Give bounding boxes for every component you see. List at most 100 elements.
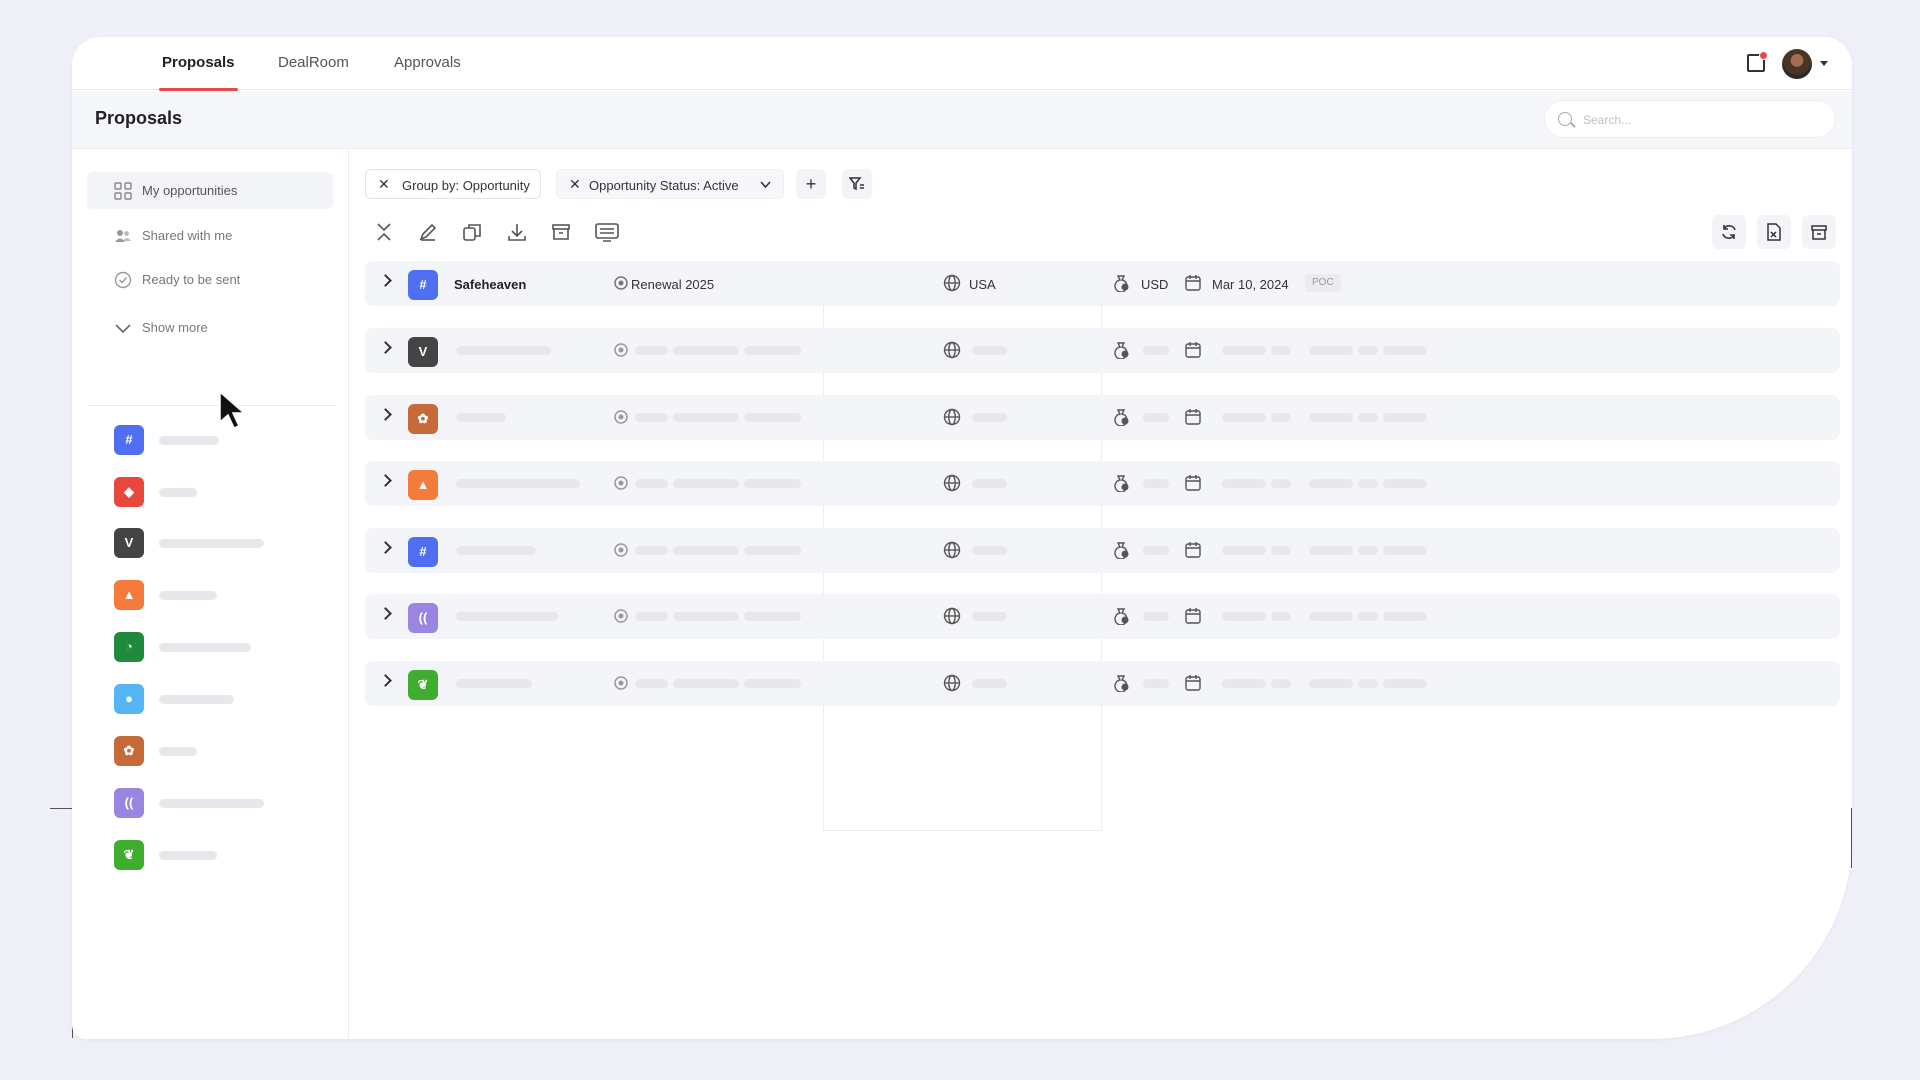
filter-settings-button[interactable] xyxy=(842,169,872,199)
refresh-button[interactable] xyxy=(1712,215,1746,249)
loading-placeholder xyxy=(744,612,801,621)
loading-placeholder xyxy=(159,695,234,704)
chevron-right-icon[interactable] xyxy=(379,341,392,354)
globe-icon xyxy=(943,341,961,359)
loading-placeholder xyxy=(1143,679,1169,688)
loading-placeholder xyxy=(1271,612,1291,621)
loading-placeholder xyxy=(456,346,551,355)
loading-placeholder xyxy=(1383,679,1427,688)
loading-placeholder xyxy=(159,747,197,756)
loading-placeholder xyxy=(972,413,1007,422)
search-box[interactable] xyxy=(1544,100,1836,138)
chevron-right-icon[interactable] xyxy=(379,607,392,620)
table-row[interactable]: # Safeheaven Renewal 2025 USA USD Mar 10… xyxy=(365,261,1840,306)
loading-placeholder xyxy=(972,546,1007,555)
close-date: Mar 10, 2024 xyxy=(1212,277,1289,292)
user-avatar[interactable] xyxy=(1782,49,1812,79)
add-filter-button[interactable]: + xyxy=(796,169,826,199)
loading-placeholder xyxy=(673,346,739,355)
search-input[interactable] xyxy=(1583,111,1823,129)
lotus-logo-icon: ✿ xyxy=(114,736,144,766)
table-row[interactable]: ▲ xyxy=(365,461,1840,506)
archive-icon[interactable] xyxy=(550,221,572,243)
copy-icon[interactable] xyxy=(461,221,483,243)
sidebar-item-shared-with-me[interactable]: Shared with me xyxy=(87,217,333,254)
loading-placeholder xyxy=(1383,346,1427,355)
group-by-chip[interactable]: ✕ Group by: Opportunity xyxy=(365,169,541,199)
globe-icon xyxy=(943,408,961,426)
download-icon[interactable] xyxy=(506,221,528,243)
grid-logo-icon: # xyxy=(114,425,144,455)
loading-placeholder xyxy=(972,679,1007,688)
loading-placeholder xyxy=(1383,479,1427,488)
close-icon[interactable]: ✕ xyxy=(569,176,581,193)
export-button[interactable] xyxy=(1757,215,1791,249)
sidebar-item-ready-to-be-sent[interactable]: Ready to be sent xyxy=(87,261,333,298)
archive-button[interactable] xyxy=(1802,215,1836,249)
status-filter-chip[interactable]: ✕ Opportunity Status: Active xyxy=(556,169,784,199)
present-icon[interactable] xyxy=(594,221,620,243)
chevron-right-icon[interactable] xyxy=(379,408,392,421)
tab-proposals[interactable]: Proposals xyxy=(159,37,238,91)
loading-placeholder xyxy=(744,679,801,688)
check-circle-icon xyxy=(114,271,132,289)
loading-placeholder xyxy=(1383,546,1427,555)
loading-placeholder xyxy=(972,479,1007,488)
loading-placeholder xyxy=(673,612,739,621)
sidebar-item-my-opportunities[interactable]: My opportunities xyxy=(87,172,333,209)
tag-badge: POC xyxy=(1305,274,1341,292)
chevron-down-icon[interactable] xyxy=(1820,61,1828,66)
archive-box-icon xyxy=(1811,225,1827,240)
money-bag-icon xyxy=(1114,409,1129,426)
sidebar-show-more[interactable]: Show more xyxy=(87,309,333,346)
loading-placeholder xyxy=(1222,346,1266,355)
loading-placeholder xyxy=(1358,546,1378,555)
loading-placeholder xyxy=(456,612,558,621)
table-row[interactable]: V xyxy=(365,328,1840,373)
loading-placeholder xyxy=(1383,413,1427,422)
target-icon xyxy=(614,276,628,290)
waves-logo-icon: (( xyxy=(114,788,144,818)
tab-dealroom[interactable]: DealRoom xyxy=(278,37,349,90)
refresh-icon xyxy=(1722,225,1736,239)
loading-placeholder xyxy=(1309,546,1353,555)
table-row[interactable]: # xyxy=(365,528,1840,573)
top-nav: Proposals DealRoom Approvals xyxy=(72,37,1852,91)
table-row[interactable]: ❦ xyxy=(365,661,1840,706)
loading-placeholder xyxy=(1222,679,1266,688)
grid-logo-icon: # xyxy=(408,270,438,300)
notification-icon[interactable] xyxy=(1747,51,1768,72)
decorative-line xyxy=(1851,808,1852,868)
loading-placeholder xyxy=(1271,679,1291,688)
loading-placeholder xyxy=(744,479,801,488)
chevron-down-icon xyxy=(115,324,131,334)
collapse-icon[interactable] xyxy=(373,221,395,243)
chevron-right-icon[interactable] xyxy=(379,541,392,554)
app-window: Proposals DealRoom Approvals Proposals M… xyxy=(72,37,1852,1039)
chip-label: Opportunity Status: Active xyxy=(589,178,739,193)
chevron-right-icon[interactable] xyxy=(379,274,392,287)
currency: USD xyxy=(1141,277,1169,292)
sidebar: My opportunities Shared with me Ready to… xyxy=(72,150,349,1039)
opportunity-name[interactable]: Safeheaven xyxy=(454,277,526,292)
loading-placeholder xyxy=(744,546,801,555)
chevron-right-icon[interactable] xyxy=(379,474,392,487)
loading-placeholder xyxy=(1222,612,1266,621)
money-bag-icon xyxy=(1114,475,1129,492)
table-row[interactable]: (( xyxy=(365,594,1840,639)
money-bag-icon xyxy=(1114,608,1129,625)
export-excel-icon xyxy=(1767,223,1781,241)
close-icon[interactable]: ✕ xyxy=(378,176,390,193)
chip-label: Group by: Opportunity xyxy=(402,178,530,193)
loading-placeholder xyxy=(1309,479,1353,488)
table-row[interactable]: ✿ xyxy=(365,395,1840,440)
loading-placeholder xyxy=(1143,346,1169,355)
loading-placeholder xyxy=(1358,612,1378,621)
tab-approvals[interactable]: Approvals xyxy=(394,37,461,90)
triangle-logo-icon: ▲ xyxy=(114,580,144,610)
edit-icon[interactable] xyxy=(417,221,439,243)
loading-placeholder xyxy=(1271,546,1291,555)
loading-placeholder xyxy=(159,488,197,497)
chevron-right-icon[interactable] xyxy=(379,674,392,687)
loading-placeholder xyxy=(635,546,668,555)
